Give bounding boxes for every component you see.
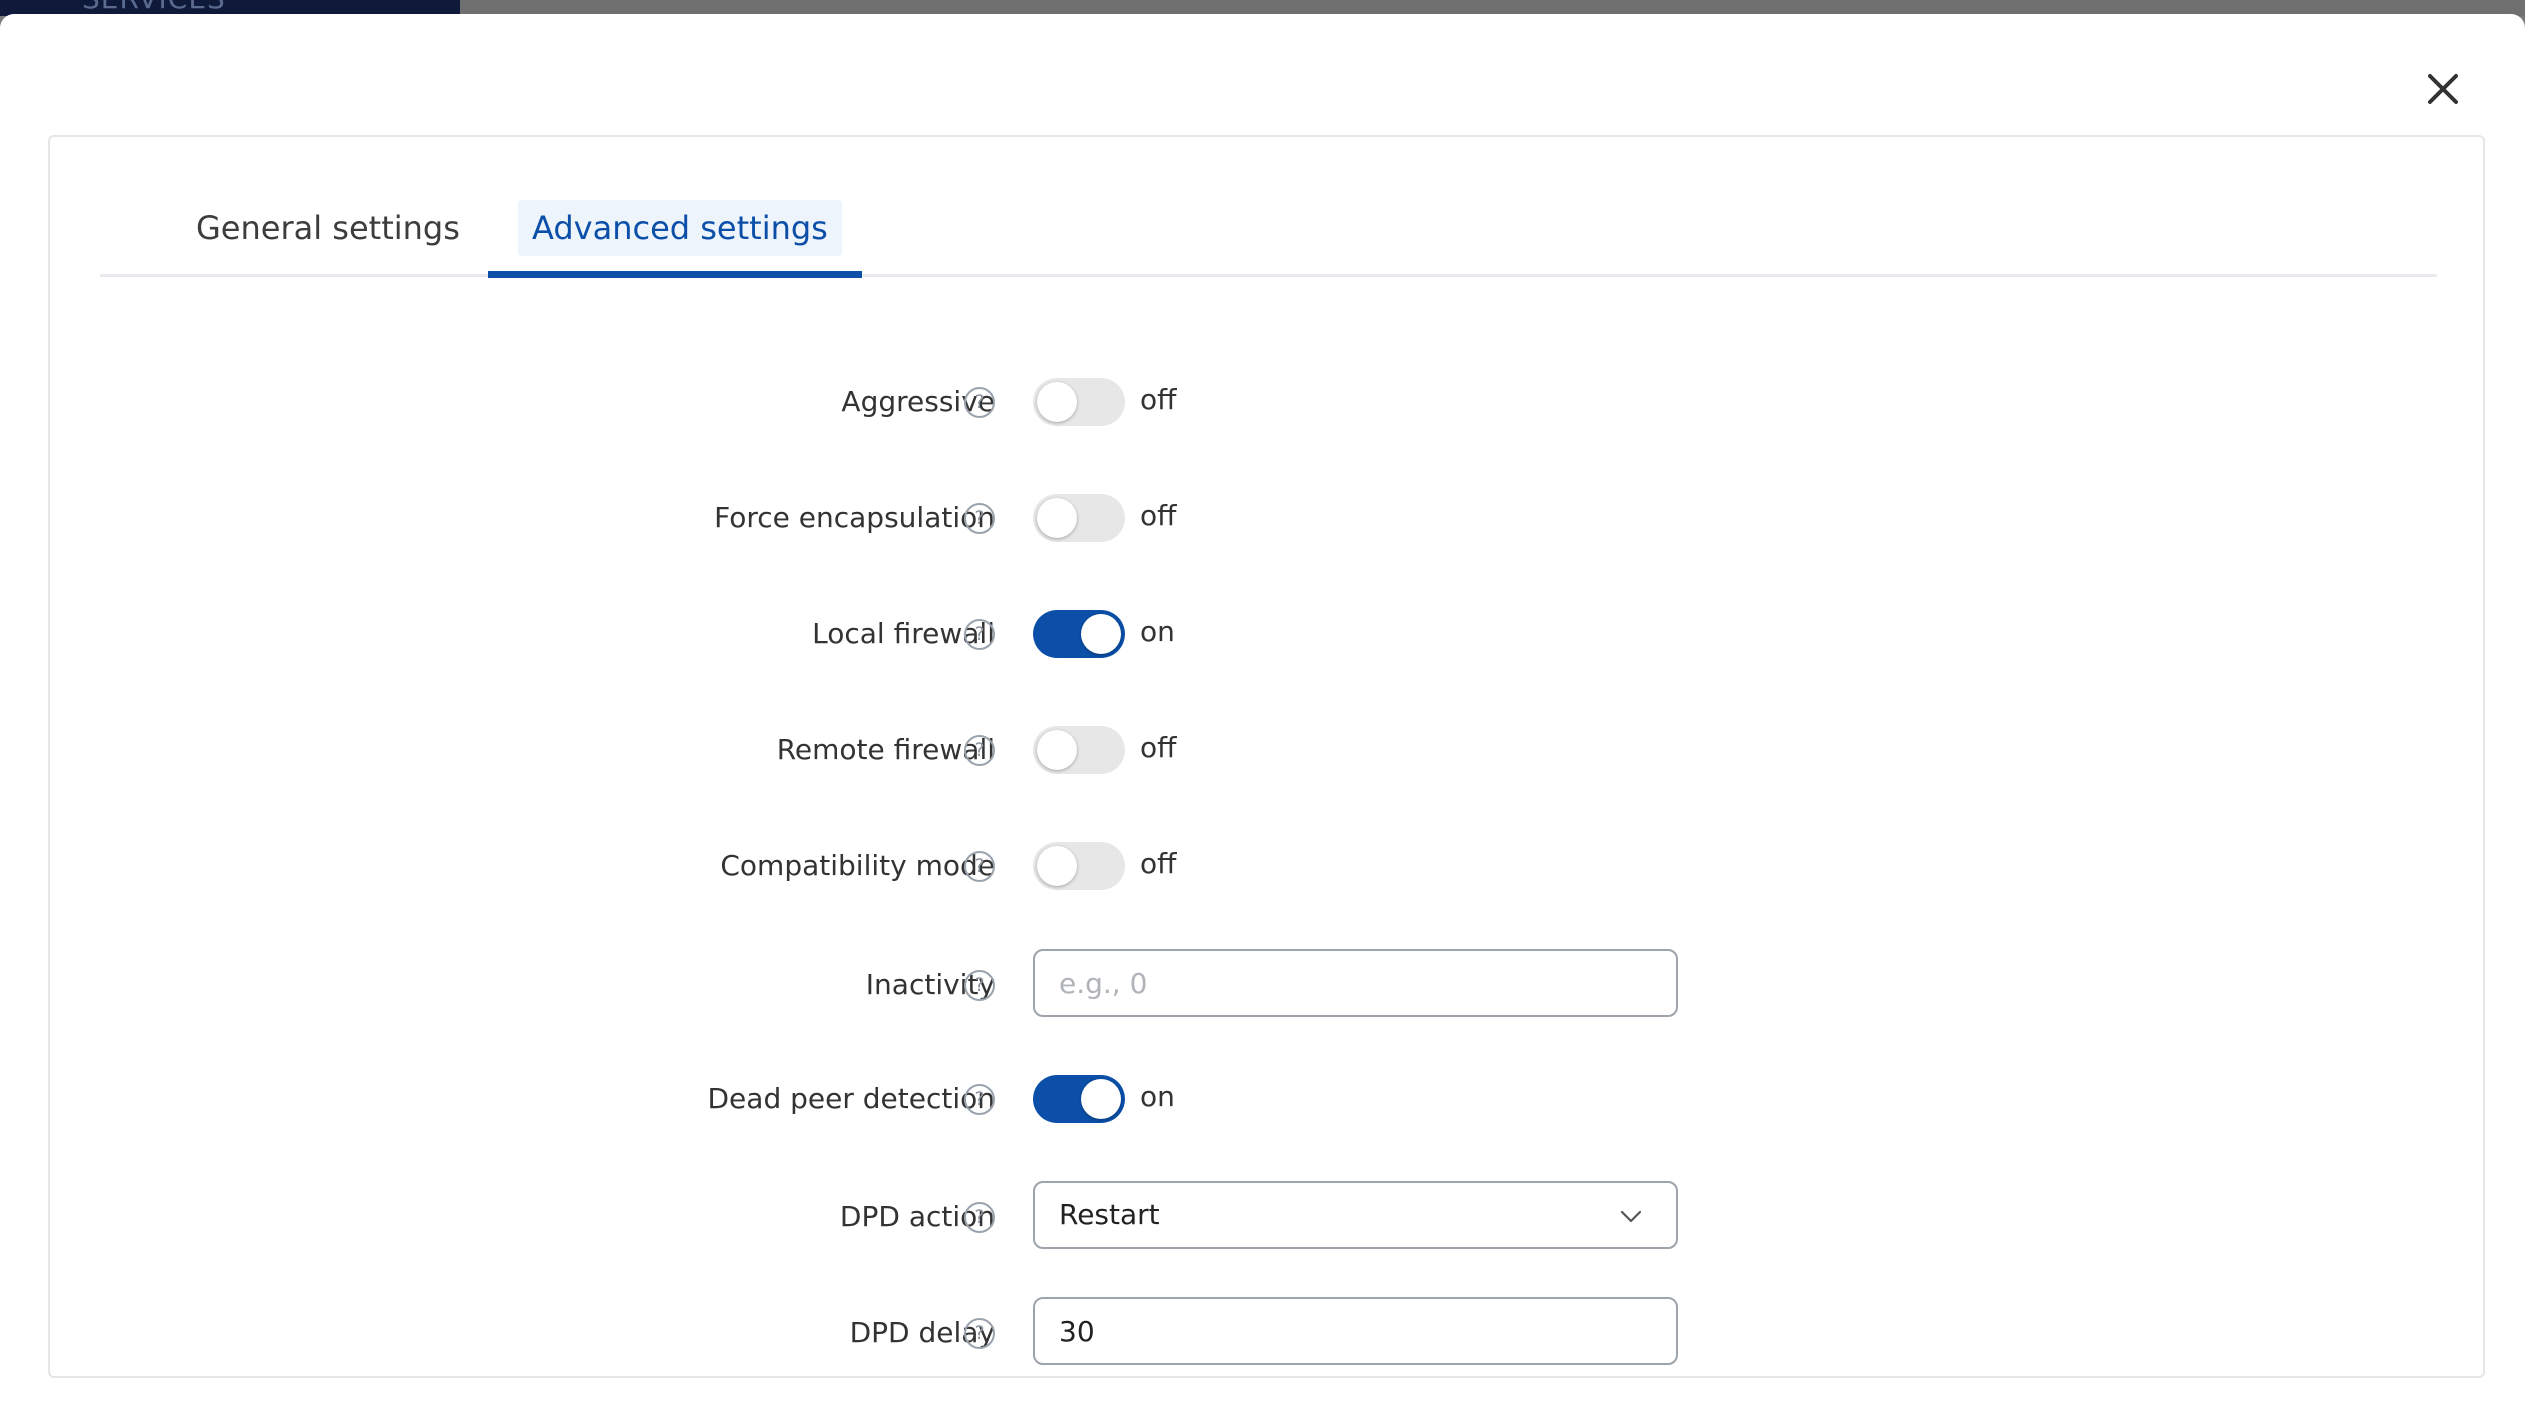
help-icon[interactable]: ? xyxy=(964,503,995,534)
settings-card: General settings Advanced settings Aggre… xyxy=(48,135,2485,1378)
dead-peer-detection-state: on xyxy=(1140,1080,1175,1113)
help-icon[interactable]: ? xyxy=(964,970,995,1001)
compatibility-mode-state: off xyxy=(1140,847,1177,880)
force-encapsulation-label: Force encapsulation xyxy=(714,501,995,534)
compatibility-mode-label: Compatibility mode xyxy=(720,849,995,882)
help-icon[interactable]: ? xyxy=(964,851,995,882)
help-icon[interactable]: ? xyxy=(964,1318,995,1349)
close-button[interactable] xyxy=(2424,70,2462,108)
row-local-firewall: Local firewall ? on xyxy=(50,604,2487,664)
tab-general-settings[interactable]: General settings xyxy=(182,200,474,256)
dpd-action-select[interactable]: Restart xyxy=(1033,1181,1678,1249)
toggle-knob xyxy=(1037,498,1077,538)
dead-peer-detection-toggle[interactable] xyxy=(1033,1075,1125,1123)
row-inactivity: Inactivity ? xyxy=(50,949,2487,1017)
local-firewall-state: on xyxy=(1140,615,1175,648)
toggle-knob xyxy=(1037,382,1077,422)
row-aggressive: Aggressive ? off xyxy=(50,372,2487,432)
remote-firewall-label: Remote firewall xyxy=(776,733,995,766)
close-icon xyxy=(2428,74,2458,104)
force-encapsulation-state: off xyxy=(1140,499,1177,532)
force-encapsulation-toggle[interactable] xyxy=(1033,494,1125,542)
dpd-delay-input[interactable] xyxy=(1059,1299,1652,1363)
help-icon[interactable]: ? xyxy=(964,1202,995,1233)
dpd-action-value: Restart xyxy=(1059,1198,1160,1231)
row-remote-firewall: Remote firewall ? off xyxy=(50,720,2487,780)
remote-firewall-state: off xyxy=(1140,731,1177,764)
dpd-delay-field xyxy=(1033,1297,1678,1365)
help-icon[interactable]: ? xyxy=(964,387,995,418)
inactivity-field xyxy=(1033,949,1678,1017)
compatibility-mode-toggle[interactable] xyxy=(1033,842,1125,890)
help-icon[interactable]: ? xyxy=(964,619,995,650)
row-dpd-delay: DPD delay ? xyxy=(50,1297,2487,1365)
toggle-knob xyxy=(1081,614,1121,654)
toggle-knob xyxy=(1037,846,1077,886)
active-tab-indicator xyxy=(488,271,862,278)
tab-bar: General settings Advanced settings xyxy=(100,137,2437,278)
local-firewall-toggle[interactable] xyxy=(1033,610,1125,658)
row-force-encapsulation: Force encapsulation ? off xyxy=(50,488,2487,548)
row-dead-peer-detection: Dead peer detection ? on xyxy=(50,1069,2487,1129)
chevron-down-icon xyxy=(1620,1210,1642,1223)
help-icon[interactable]: ? xyxy=(964,735,995,766)
toggle-knob xyxy=(1081,1079,1121,1119)
settings-modal: General settings Advanced settings Aggre… xyxy=(0,14,2525,1425)
help-icon[interactable]: ? xyxy=(964,1084,995,1115)
tab-advanced-settings[interactable]: Advanced settings xyxy=(518,200,842,256)
aggressive-toggle[interactable] xyxy=(1033,378,1125,426)
remote-firewall-toggle[interactable] xyxy=(1033,726,1125,774)
row-dpd-action: DPD action ? Restart xyxy=(50,1181,2487,1249)
toggle-knob xyxy=(1037,730,1077,770)
dead-peer-detection-label: Dead peer detection xyxy=(707,1082,996,1115)
inactivity-input[interactable] xyxy=(1059,951,1652,1015)
row-compatibility-mode: Compatibility mode ? off xyxy=(50,836,2487,896)
background-header-text: SERVICES xyxy=(82,0,226,15)
aggressive-state: off xyxy=(1140,383,1177,416)
